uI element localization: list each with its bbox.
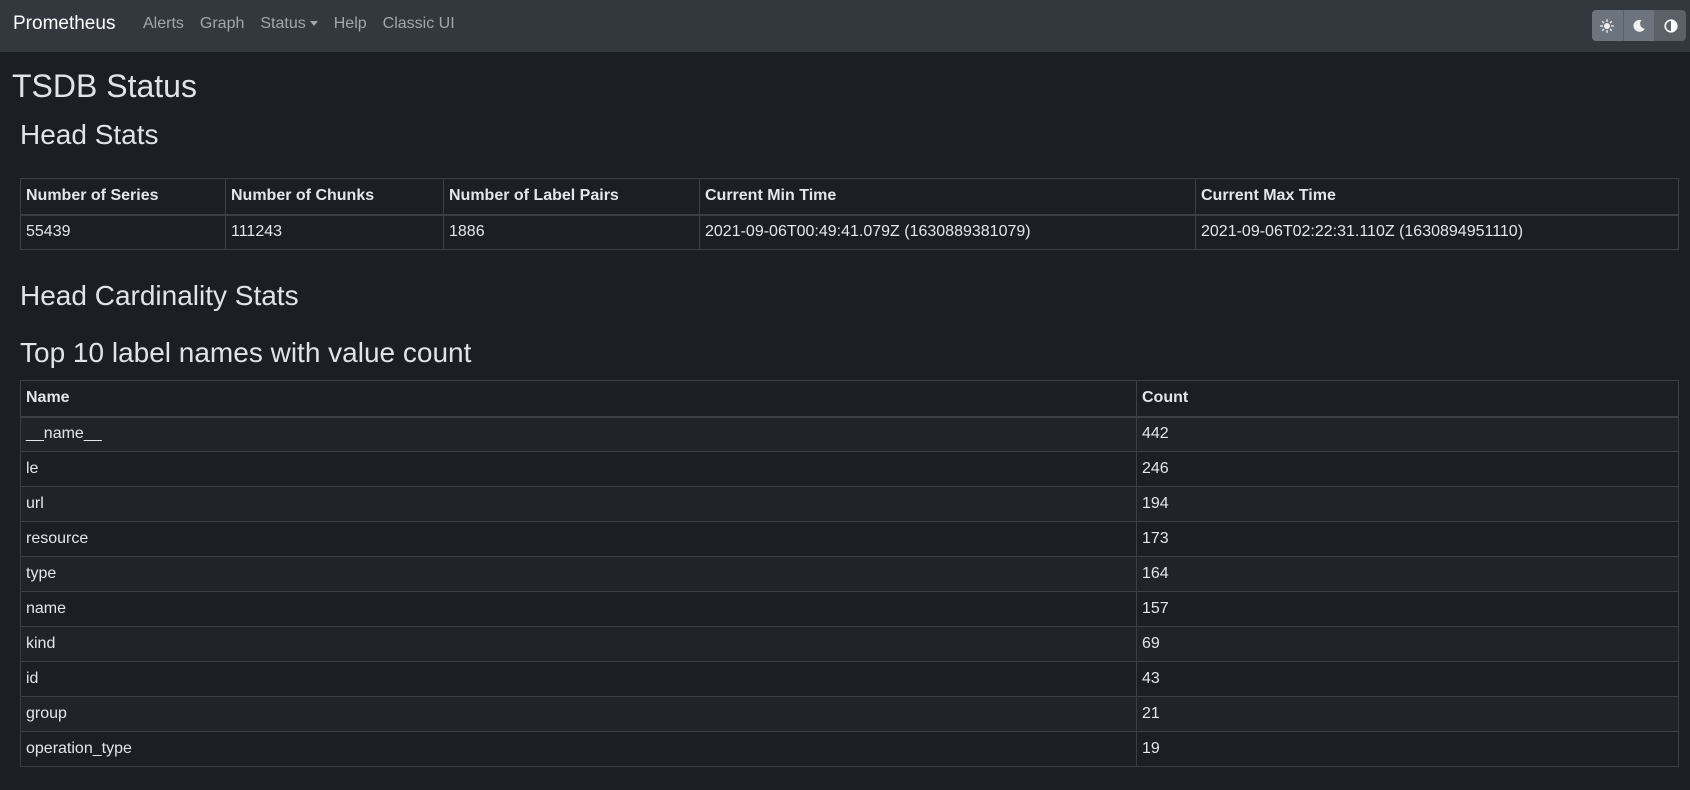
label-count-cell: 157 [1136,591,1679,627]
label-name-cell: name [20,591,1137,627]
table-row: operation_type 19 [20,731,1679,767]
column-header: Name [20,380,1137,418]
page-title: TSDB Status [12,68,197,104]
column-header: Number of Chunks [225,178,444,216]
label-name-cell: operation_type [20,731,1137,767]
navbar: Prometheus Alerts Graph Status Help Clas… [0,0,1690,52]
column-header: Current Min Time [699,178,1196,216]
label-count-cell: 19 [1136,731,1679,767]
table-header-row: Name Count [20,380,1679,418]
label-names-table: Name Count __name__ 442 le 246 url 194 reso… [20,380,1679,767]
table-row: resource 173 [20,521,1679,557]
label-name-cell: type [20,556,1137,592]
light-theme-button[interactable] [1592,10,1623,41]
chevron-down-icon [309,21,318,27]
theme-toggle-group [1592,10,1686,41]
top-label-names-heading: Top 10 label names with value count [20,337,472,368]
label-count-cell: 246 [1136,451,1679,487]
label-name-cell: group [20,696,1137,732]
label-name-cell: id [20,661,1137,697]
label-name-cell: url [20,486,1137,522]
nav-graph[interactable]: Graph [200,14,244,34]
table-cell: 111243 [225,214,444,250]
label-count-cell: 21 [1136,696,1679,732]
table-header-row: Number of Series Number of Chunks Number… [20,178,1679,216]
table-row: url 194 [20,486,1679,522]
column-header: Number of Series [20,178,226,216]
column-header: Current Max Time [1195,178,1679,216]
head-stats-table: Number of Series Number of Chunks Number… [20,178,1679,250]
table-cell: 1886 [443,214,700,250]
table-row: type 164 [20,556,1679,592]
nav-help[interactable]: Help [334,14,367,34]
table-cell: 2021-09-06T00:49:41.079Z (1630889381079) [699,214,1196,250]
table-cell: 55439 [20,214,226,250]
brand-link[interactable]: Prometheus [13,12,115,36]
table-row: id 43 [20,661,1679,697]
table-row: 55439 111243 1886 2021-09-06T00:49:41.07… [20,214,1679,250]
sun-icon [1600,18,1615,33]
table-row: kind 69 [20,626,1679,662]
table-cell: 2021-09-06T02:22:31.110Z (1630894951110) [1195,214,1679,250]
nav-alerts[interactable]: Alerts [143,14,184,34]
nav-links: Alerts Graph Status Help Classic UI [143,14,471,34]
nav-status-label: Status [260,15,306,32]
cardinality-heading: Head Cardinality Stats [20,280,299,311]
label-count-cell: 43 [1136,661,1679,697]
label-name-cell: __name__ [20,416,1137,452]
label-count-cell: 442 [1136,416,1679,452]
label-count-cell: 173 [1136,521,1679,557]
adjust-icon [1664,18,1678,33]
label-count-cell: 164 [1136,556,1679,592]
label-name-cell: resource [20,521,1137,557]
nav-classic-ui[interactable]: Classic UI [383,14,455,34]
label-count-cell: 194 [1136,486,1679,522]
table-row: le 246 [20,451,1679,487]
label-count-cell: 69 [1136,626,1679,662]
browser-theme-button[interactable] [1654,10,1686,41]
dark-theme-button[interactable] [1622,10,1655,41]
label-name-cell: kind [20,626,1137,662]
column-header: Count [1136,380,1679,418]
nav-status-dropdown[interactable]: Status [260,14,318,34]
moon-icon [1633,19,1645,32]
label-name-cell: le [20,451,1137,487]
table-row: name 157 [20,591,1679,627]
head-stats-heading: Head Stats [20,119,159,150]
table-row: __name__ 442 [20,416,1679,452]
table-row: group 21 [20,696,1679,732]
column-header: Number of Label Pairs [443,178,700,216]
